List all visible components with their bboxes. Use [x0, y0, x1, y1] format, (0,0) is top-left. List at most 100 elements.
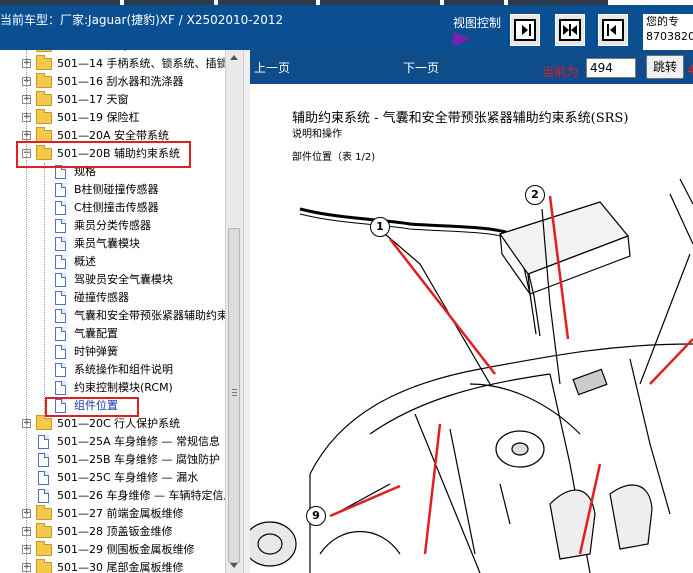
tree-doc-item[interactable]: C柱侧撞击传感器: [0, 199, 225, 217]
tree-doc-item[interactable]: 碰撞传感器: [0, 289, 225, 307]
top-bar: 当前车型：厂家:Jaguar(捷豹)XF / X2502010-2012 视图控…: [0, 0, 693, 50]
user-info: 您的专 8703820: [643, 14, 693, 50]
document-icon: [38, 489, 49, 503]
top-tab-strip: [0, 0, 693, 5]
tree-folder-item[interactable]: +501—27 前端金属板维修: [0, 505, 225, 523]
tree-doc-item[interactable]: B柱侧碰撞传感器: [0, 181, 225, 199]
tree-folder-item[interactable]: +501—17 天窗: [0, 91, 225, 109]
tree-item-label: 501—25C 车身维修 — 漏水: [57, 471, 199, 484]
document-icon: [55, 183, 66, 197]
tree-item-label: 乘员气囊模块: [74, 237, 140, 250]
tree-item-label: 501—20C 行人保护系统: [57, 417, 181, 430]
document-icon: [55, 327, 66, 341]
document-icon: [38, 471, 49, 485]
highlight-box-component-location: [45, 397, 139, 417]
prev-page-link[interactable]: 上一页: [254, 59, 290, 76]
tree-item-label: 501—14 手柄系统、锁系统、插锁: [57, 57, 228, 70]
tree-item-label: 501—29 侧围板金属板维修: [57, 543, 195, 556]
document-icon: [55, 381, 66, 395]
folder-icon: [36, 505, 52, 520]
tree-doc-item[interactable]: 驾驶员安全气囊模块: [0, 271, 225, 289]
tree-folder-item[interactable]: +501—30 尾部金属板维修: [0, 559, 225, 573]
tree-folder-item[interactable]: +501—29 侧围板金属板维修: [0, 541, 225, 559]
tree-item-label: 501—27 前端金属板维修: [57, 507, 184, 520]
view-left-panel-button[interactable]: [598, 14, 628, 46]
tree-item-label: 概述: [74, 255, 96, 268]
tree-item-label: 501—30 尾部金属板维修: [57, 561, 184, 573]
folder-icon: [36, 91, 52, 106]
folder-icon: [36, 415, 52, 430]
tree-doc-item[interactable]: 气囊和安全带预张紧器辅助约束: [0, 307, 228, 325]
tree-folder-item[interactable]: +501—16 刮水器和洗涤器: [0, 73, 225, 91]
tree-item-label: 501—26 车身维修 — 车辆特定信息: [57, 489, 235, 502]
tree-item-label: 时钟弹簧: [74, 345, 118, 358]
chapter-tree-panel: +501—1? 转向系统 ...+501—14 手柄系统、锁系统、插锁+501—…: [0, 50, 244, 573]
tree-item-label: 501—17 天窗: [57, 93, 129, 106]
tree-folder-item[interactable]: +501—28 顶盖钣金维修: [0, 523, 225, 541]
page-number-input[interactable]: 494: [586, 58, 636, 78]
tree-doc-item[interactable]: 时钟弹簧: [0, 343, 225, 361]
folder-icon: [36, 50, 52, 52]
tree-doc-item[interactable]: 501—25C 车身维修 — 漏水: [0, 469, 225, 487]
tree-connector: [26, 50, 27, 573]
tree-item-label: B柱侧碰撞传感器: [74, 183, 159, 196]
tree-item-label: 501—16 刮水器和洗涤器: [57, 75, 184, 88]
tree-item-label: 驾驶员安全气囊模块: [74, 273, 173, 286]
scroll-down-icon[interactable]: [230, 563, 238, 568]
document-icon: [55, 363, 66, 377]
document-icon: [55, 219, 66, 233]
scroll-up-icon[interactable]: [230, 55, 238, 60]
user-line-2: 8703820: [646, 30, 693, 43]
tree-doc-item[interactable]: 概述: [0, 253, 225, 271]
tree-doc-item[interactable]: 501—25B 车身维修 — 腐蚀防护: [0, 451, 225, 469]
play-arrow-icon[interactable]: [453, 32, 471, 46]
tree-doc-item[interactable]: 系统操作和组件说明: [0, 361, 225, 379]
highlight-box-srs-folder: [16, 141, 191, 168]
view-control-label: 视图控制: [453, 16, 502, 30]
tree-folder-item[interactable]: +501—19 保险杠: [0, 109, 225, 127]
tree-item-label: 501—19 保险杠: [57, 111, 140, 124]
tree-item-label: 系统操作和组件说明: [74, 363, 173, 376]
folder-icon: [36, 523, 52, 538]
tree-item-label: C柱侧撞击传感器: [74, 201, 159, 214]
tree-doc-item[interactable]: 501—25A 车身维修 — 常规信息: [0, 433, 225, 451]
folder-icon: [36, 109, 52, 124]
car-airbag-diagram: [250, 178, 693, 573]
folder-icon: [36, 55, 52, 70]
callout-2: 2: [525, 185, 545, 205]
tree-item-label: 气囊配置: [74, 327, 118, 340]
tree-doc-item[interactable]: 约束控制模块(RCM): [0, 379, 225, 397]
split-icon: [559, 19, 581, 41]
dock-left-icon: [602, 19, 624, 41]
callout-1: 1: [370, 217, 390, 237]
tree-item-label: 501—25B 车身维修 — 腐蚀防护: [57, 453, 221, 466]
view-split-button[interactable]: [555, 14, 585, 46]
tree-connector: [44, 163, 45, 413]
folder-icon: [36, 73, 52, 88]
document-icon: [38, 435, 49, 449]
document-icon: [55, 345, 66, 359]
tree-folder-item[interactable]: +501—20C 行人保护系统: [0, 415, 225, 433]
jump-button[interactable]: 跳转: [646, 55, 684, 79]
next-page-link[interactable]: 下一页: [403, 59, 439, 76]
folder-icon: [36, 559, 52, 573]
tree-doc-item[interactable]: 气囊配置: [0, 325, 225, 343]
document-icon: [55, 237, 66, 251]
tree-folder-item[interactable]: +501—14 手柄系统、锁系统、插锁: [0, 55, 228, 73]
document-viewer: 辅助约束系统 - 气囊和安全带预张紧器辅助约束系统(SRS) 说明和操作 部件位…: [250, 84, 693, 573]
view-right-panel-button[interactable]: [510, 14, 540, 46]
scrollbar-thumb[interactable]: [228, 228, 240, 563]
tree-item-label: 约束控制模块(RCM): [74, 381, 173, 394]
total-pages-text: 4: [687, 63, 693, 77]
dock-right-icon: [514, 19, 536, 41]
tree-item-label: 501—25A 车身维修 — 常规信息: [57, 435, 221, 448]
tree-doc-item[interactable]: 乘员气囊模块: [0, 235, 225, 253]
tree-item-label: 乘员分类传感器: [74, 219, 151, 232]
tree-scrollbar[interactable]: [225, 50, 243, 573]
tree-doc-item[interactable]: 乘员分类传感器: [0, 217, 225, 235]
document-icon: [55, 255, 66, 269]
tree-doc-item[interactable]: 501—26 车身维修 — 车辆特定信息: [0, 487, 234, 505]
current-page-label: 当前为: [542, 65, 579, 79]
car-model-label: 当前车型：厂家:Jaguar(捷豹)XF / X2502010-2012: [0, 13, 284, 27]
callout-9: 9: [306, 506, 326, 526]
